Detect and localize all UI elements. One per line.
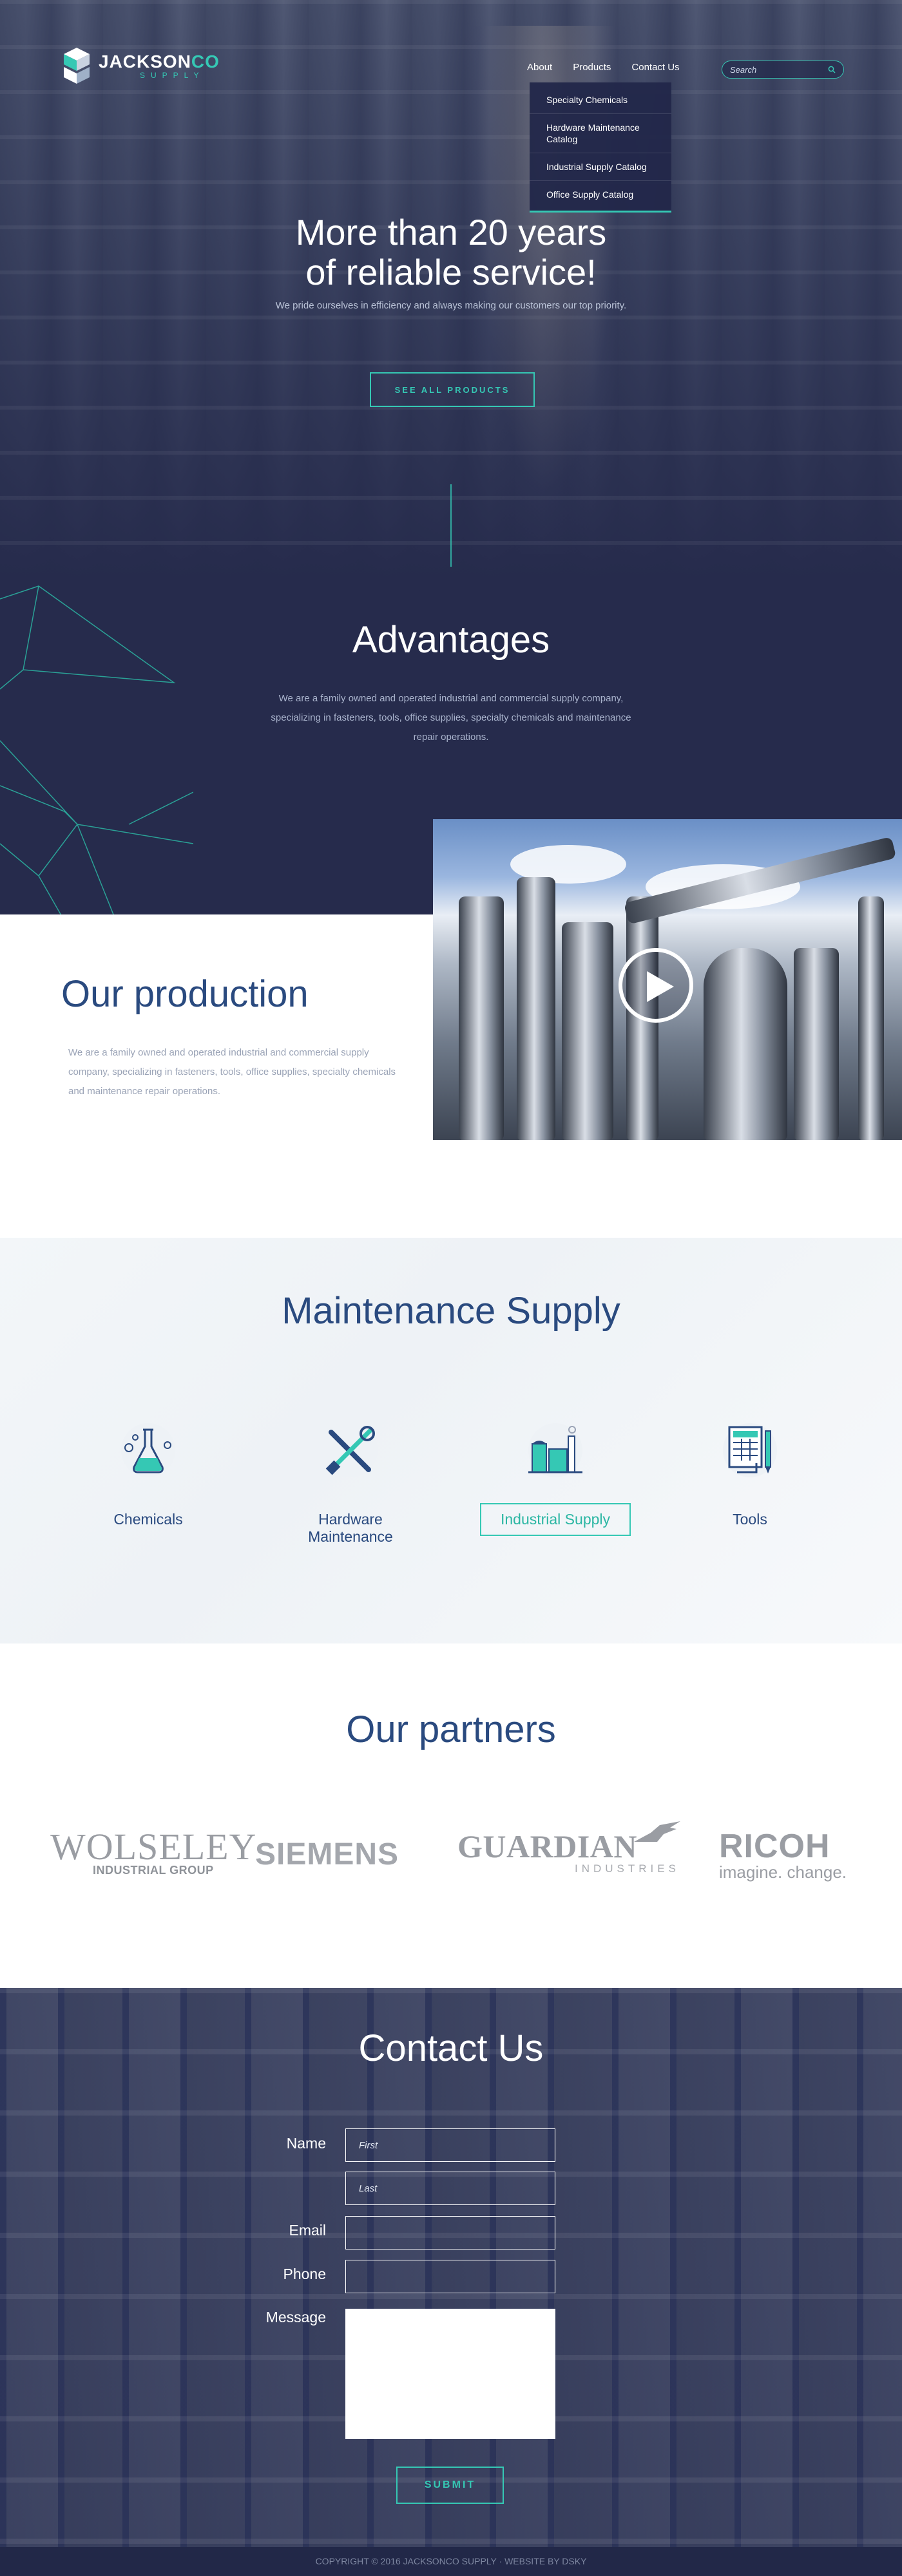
play-icon xyxy=(647,971,674,1002)
dropdown-item-office-catalog[interactable]: Office Supply Catalog xyxy=(530,181,671,208)
see-all-products-button[interactable]: SEE ALL PRODUCTS xyxy=(370,372,535,407)
category-label: Hardware Maintenance xyxy=(308,1511,393,1545)
video-tower xyxy=(517,877,555,1140)
submit-button[interactable]: SUBMIT xyxy=(396,2467,504,2504)
partners-section: Our partners WOLSELEY INDUSTRIAL GROUP S… xyxy=(0,1643,902,1988)
logo-cube-icon xyxy=(61,45,92,86)
hero-title: More than 20 years of reliable service! xyxy=(0,213,902,292)
dropdown-item-specialty-chemicals[interactable]: Specialty Chemicals xyxy=(530,86,671,114)
category-label: Industrial Supply xyxy=(472,1503,639,1536)
category-tools[interactable]: Tools xyxy=(666,1418,834,1566)
category-industrial-supply[interactable]: Industrial Supply xyxy=(472,1418,639,1566)
production-title: Our production xyxy=(61,973,309,1015)
guardian-knight-icon xyxy=(634,1821,680,1842)
footer-copyright: COPYRIGHT © 2016 JACKSONCO SUPPLY · WEBS… xyxy=(315,2556,587,2566)
video-tower xyxy=(562,922,613,1140)
email-label: Email xyxy=(289,2222,326,2239)
search-icon[interactable] xyxy=(828,66,836,73)
flask-icon xyxy=(121,1423,175,1477)
maintenance-supply-section: Maintenance Supply Chemicals Hardware Ma… xyxy=(0,1238,902,1643)
partner-logo-siemens[interactable]: SIEMENS xyxy=(255,1837,399,1872)
tools-icon xyxy=(323,1423,378,1477)
search-input[interactable] xyxy=(730,64,820,75)
message-label: Message xyxy=(265,2309,326,2325)
blueprint-icon xyxy=(723,1423,777,1477)
name-label: Name xyxy=(286,2135,326,2152)
advantages-title: Advantages xyxy=(352,619,550,661)
contact-section: Contact Us Name Email Phone Message SUBM… xyxy=(0,1988,902,2547)
category-label: Chemicals xyxy=(113,1511,183,1528)
advantages-text: We are a family owned and operated indus… xyxy=(271,693,631,743)
phone-field[interactable] xyxy=(345,2260,555,2293)
partners-title: Our partners xyxy=(346,1709,556,1750)
phone-label: Phone xyxy=(283,2266,326,2282)
contact-title: Contact Us xyxy=(358,2027,544,2069)
logo-name: JACKSONCO xyxy=(99,52,220,71)
first-name-field[interactable] xyxy=(345,2128,555,2162)
production-video[interactable] xyxy=(433,819,902,1140)
category-hardware-maintenance[interactable]: Hardware Maintenance xyxy=(267,1418,434,1566)
video-tank xyxy=(704,948,787,1140)
video-tower xyxy=(858,896,884,1140)
category-label: Tools xyxy=(733,1511,767,1528)
hero-section: JACKSONCO SUPPLY About Products Contact … xyxy=(0,0,902,580)
search-box xyxy=(722,61,844,79)
hero-title-line-1: More than 20 years xyxy=(295,212,607,252)
main-nav: About Products Contact Us xyxy=(527,62,700,73)
dropdown-item-hardware-catalog[interactable]: Hardware Maintenance Catalog xyxy=(530,114,671,153)
partner-logo-ricoh[interactable]: RICOH imagine. change. xyxy=(719,1830,847,1882)
last-name-field[interactable] xyxy=(345,2172,555,2205)
partner-logo-guardian[interactable]: GUARDIAN INDUSTRIES xyxy=(457,1821,680,1875)
partner-logo-wolseley[interactable]: WOLSELEY INDUSTRIAL GROUP xyxy=(50,1828,257,1877)
dropdown-item-industrial-catalog[interactable]: Industrial Supply Catalog xyxy=(530,153,671,181)
nav-item-about[interactable]: About xyxy=(527,62,552,73)
site-logo[interactable]: JACKSONCO SUPPLY xyxy=(61,45,220,86)
nav-item-contact[interactable]: Contact Us xyxy=(631,62,679,73)
nav-item-products[interactable]: Products xyxy=(573,62,611,73)
products-dropdown: Specialty Chemicals Hardware Maintenance… xyxy=(530,82,671,213)
factory-icon xyxy=(528,1423,582,1477)
video-tower xyxy=(459,896,504,1140)
message-field[interactable] xyxy=(345,2309,555,2439)
scroll-indicator-line xyxy=(450,484,452,567)
video-tower xyxy=(794,948,839,1140)
production-text: We are a family owned and operated indus… xyxy=(68,1047,396,1097)
hero-title-line-2: of reliable service! xyxy=(305,252,597,292)
category-chemicals[interactable]: Chemicals xyxy=(64,1418,232,1566)
maintenance-title: Maintenance Supply xyxy=(282,1290,620,1332)
hero-subtitle: We pride ourselves in efficiency and alw… xyxy=(275,300,627,311)
footer: COPYRIGHT © 2016 JACKSONCO SUPPLY · WEBS… xyxy=(0,2547,902,2576)
email-field[interactable] xyxy=(345,2216,555,2249)
logo-subtitle: SUPPLY xyxy=(140,71,205,80)
play-button[interactable] xyxy=(619,948,693,1023)
